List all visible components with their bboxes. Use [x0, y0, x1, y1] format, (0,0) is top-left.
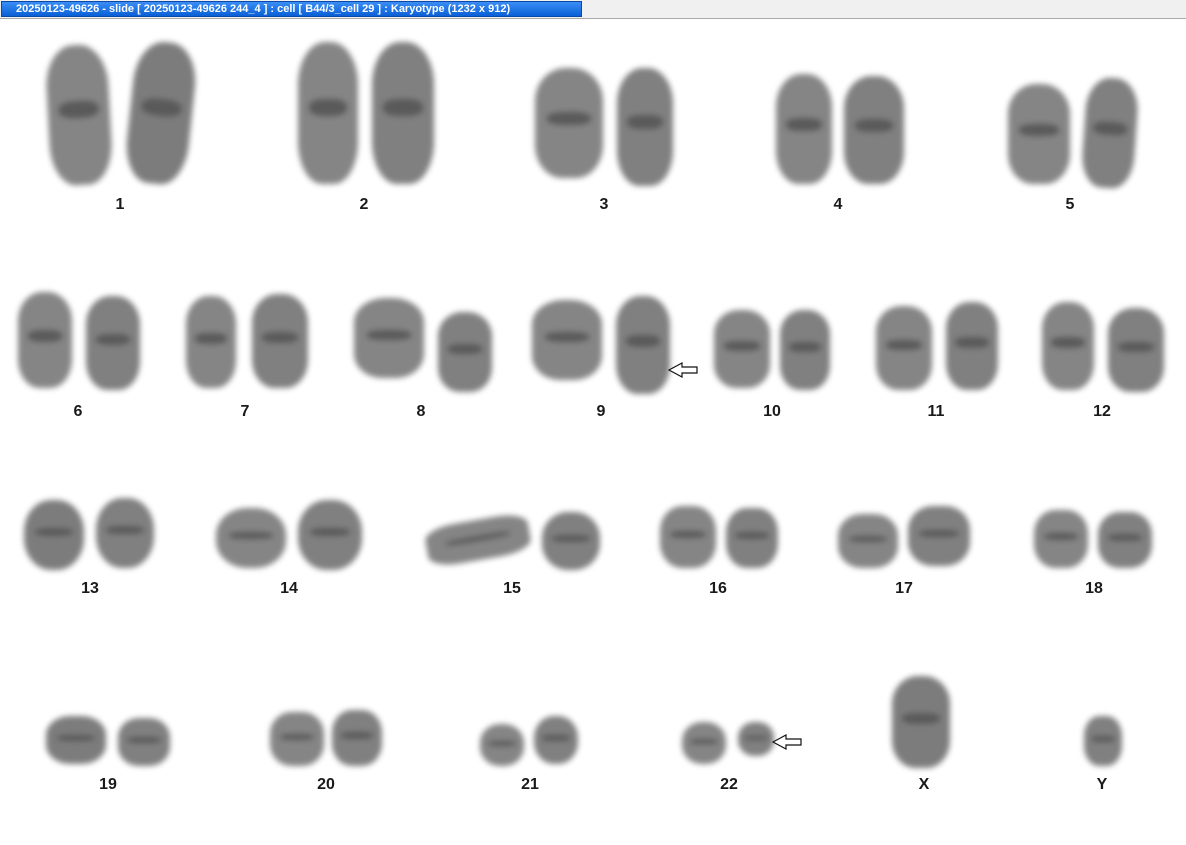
chromosome-12a[interactable]	[1042, 302, 1094, 390]
chromosome-1a[interactable]	[44, 43, 114, 187]
chromosome-3a[interactable]	[535, 68, 603, 178]
chromosome-10b[interactable]	[780, 310, 830, 390]
chromosome-14a[interactable]	[216, 508, 286, 568]
chromosome-21a[interactable]	[480, 724, 524, 766]
label-2: 2	[359, 196, 369, 213]
label-x: X	[918, 776, 930, 793]
label-16: 16	[709, 580, 727, 597]
label-4: 4	[833, 196, 843, 213]
label-7: 7	[240, 403, 250, 420]
chromosome-9b[interactable]	[616, 296, 670, 394]
chromosome-11b[interactable]	[946, 302, 998, 390]
chromosome-21b[interactable]	[534, 716, 578, 764]
chromosome-11a[interactable]	[876, 306, 932, 390]
arrow-chromosome-9-icon	[668, 362, 698, 378]
chromosome-6b[interactable]	[86, 296, 140, 390]
chromosome-19a[interactable]	[46, 716, 106, 764]
chromosome-7b[interactable]	[252, 294, 308, 388]
window-titlebar: 20250123-49626 - slide [ 20250123-49626 …	[0, 0, 1186, 19]
chromosome-6a[interactable]	[18, 292, 72, 388]
label-5: 5	[1065, 196, 1075, 213]
label-y: Y	[1096, 776, 1108, 793]
label-13: 13	[81, 580, 99, 597]
chromosome-22a[interactable]	[682, 722, 726, 764]
chromosome-10a[interactable]	[714, 310, 770, 388]
chromosome-19b[interactable]	[118, 718, 170, 766]
chromosome-x[interactable]	[892, 676, 950, 768]
chromosome-16b[interactable]	[726, 508, 778, 568]
label-8: 8	[416, 403, 426, 420]
chromosome-7a[interactable]	[186, 296, 236, 388]
chromosome-8a[interactable]	[354, 298, 424, 378]
chromosome-20b[interactable]	[332, 710, 382, 766]
label-1: 1	[115, 196, 125, 213]
chromosome-5b[interactable]	[1080, 76, 1140, 190]
chromosome-13a[interactable]	[24, 500, 84, 570]
chromosome-3b[interactable]	[617, 68, 673, 186]
label-10: 10	[763, 403, 781, 420]
chromosome-13b[interactable]	[96, 498, 154, 568]
chromosome-4a[interactable]	[776, 74, 832, 184]
label-14: 14	[280, 580, 298, 597]
chromosome-18b[interactable]	[1098, 512, 1152, 568]
arrow-chromosome-22-icon	[772, 734, 802, 750]
label-20: 20	[317, 776, 335, 793]
chromosome-5a[interactable]	[1008, 84, 1070, 184]
label-19: 19	[99, 776, 117, 793]
chromosome-12b[interactable]	[1108, 308, 1164, 392]
chromosome-4b[interactable]	[844, 76, 904, 184]
chromosome-18a[interactable]	[1034, 510, 1088, 568]
chromosome-16a[interactable]	[660, 506, 716, 568]
window-title-tab[interactable]: 20250123-49626 - slide [ 20250123-49626 …	[1, 1, 582, 17]
chromosome-8b[interactable]	[438, 312, 492, 392]
label-12: 12	[1093, 403, 1111, 420]
label-11: 11	[927, 403, 945, 420]
label-6: 6	[73, 403, 83, 420]
chromosome-9a[interactable]	[532, 300, 602, 380]
label-17: 17	[895, 580, 913, 597]
chromosome-15a[interactable]	[423, 511, 533, 569]
chromosome-15b[interactable]	[542, 512, 600, 570]
chromosome-2a[interactable]	[298, 42, 358, 184]
label-18: 18	[1085, 580, 1103, 597]
label-21: 21	[521, 776, 539, 793]
chromosome-y[interactable]	[1084, 716, 1122, 766]
chromosome-17a[interactable]	[838, 514, 898, 568]
chromosome-14b[interactable]	[298, 500, 362, 570]
label-15: 15	[503, 580, 521, 597]
chromosome-17b[interactable]	[908, 506, 970, 566]
chromosome-20a[interactable]	[270, 712, 324, 766]
chromosome-1b[interactable]	[122, 39, 200, 187]
label-3: 3	[599, 196, 609, 213]
label-9: 9	[596, 403, 606, 420]
label-22: 22	[720, 776, 738, 793]
chromosome-22b[interactable]	[738, 722, 774, 756]
chromosome-2b[interactable]	[372, 42, 434, 184]
